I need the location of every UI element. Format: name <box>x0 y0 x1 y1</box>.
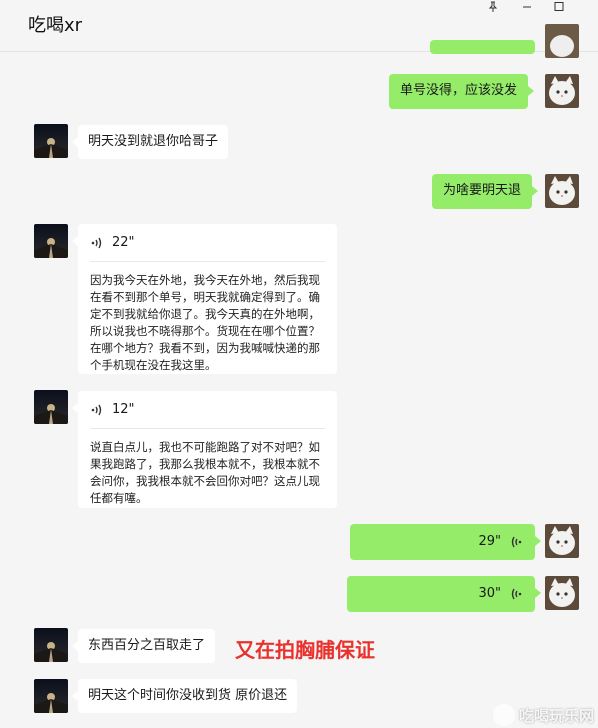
my-avatar[interactable] <box>545 74 579 108</box>
voice-wave-icon <box>509 535 523 549</box>
voice-wave-icon[interactable] <box>90 403 104 417</box>
message-text: 单号没得，应该没发 <box>400 83 518 98</box>
contact-avatar[interactable] <box>34 124 68 158</box>
my-avatar[interactable] <box>545 576 579 610</box>
divider <box>90 428 325 429</box>
watermark: 吃喝玩乐网 <box>492 704 594 726</box>
maximize-icon[interactable] <box>548 0 570 14</box>
my-avatar[interactable] <box>545 174 579 208</box>
message-text: 东西百分之百取走了 <box>88 638 206 653</box>
contact-avatar[interactable] <box>34 224 68 258</box>
voice-transcript: 说直白点儿，我也不可能跑路了对不对吧？如果我跑路了，我那么我根本就不，我根本就不… <box>90 440 320 505</box>
voice-message-sent[interactable]: 30" <box>347 576 541 612</box>
contact-avatar[interactable] <box>34 390 68 424</box>
minimize-icon[interactable] <box>516 0 538 14</box>
message-text: 为啥要明天退 <box>443 183 522 198</box>
watermark-logo-icon <box>492 704 515 726</box>
watermark-text: 吃喝玩乐网 <box>518 706 594 725</box>
message-bubble-received[interactable]: 明天这个时间你没收到货 原价退还 <box>71 679 298 713</box>
voice-wave-icon[interactable] <box>90 236 104 250</box>
message-bubble-partial <box>430 40 535 54</box>
voice-duration: 22" <box>112 235 135 250</box>
chat-title: 吃喝xr <box>28 15 83 36</box>
annotation-text: 又在拍胸脯保证 <box>235 638 375 662</box>
message-bubble-received[interactable]: 明天没到就退你哈哥子 <box>71 125 229 159</box>
pin-icon[interactable] <box>482 0 504 14</box>
voice-transcript: 因为我今天在外地，我今天在外地，然后我现在看不到那个单号，明天我就确定得到了。确… <box>90 273 320 372</box>
voice-message-sent[interactable]: 29" <box>350 524 541 560</box>
message-bubble-received[interactable]: 东西百分之百取走了 <box>71 629 216 663</box>
voice-duration: 30" <box>478 586 501 601</box>
voice-message-received[interactable]: 12" 说直白点儿，我也不可能跑路了对不对吧？如果我跑路了，我那么我根本就不，我… <box>72 391 337 508</box>
message-bubble-sent[interactable]: 单号没得，应该没发 <box>389 74 535 109</box>
voice-message-received[interactable]: 22" 因为我今天在外地，我今天在外地，然后我现在看不到那个单号，明天我就确定得… <box>72 224 337 374</box>
voice-duration: 12" <box>112 402 135 417</box>
message-text: 明天这个时间你没收到货 原价退还 <box>88 688 288 703</box>
voice-wave-icon <box>509 587 523 601</box>
my-avatar[interactable] <box>545 524 579 558</box>
message-bubble-sent[interactable]: 为啥要明天退 <box>432 174 539 209</box>
contact-avatar[interactable] <box>34 628 68 662</box>
voice-duration: 29" <box>478 534 501 549</box>
contact-avatar[interactable] <box>34 679 68 713</box>
divider <box>90 261 325 262</box>
message-text: 明天没到就退你哈哥子 <box>88 134 219 149</box>
my-avatar[interactable] <box>545 24 579 58</box>
